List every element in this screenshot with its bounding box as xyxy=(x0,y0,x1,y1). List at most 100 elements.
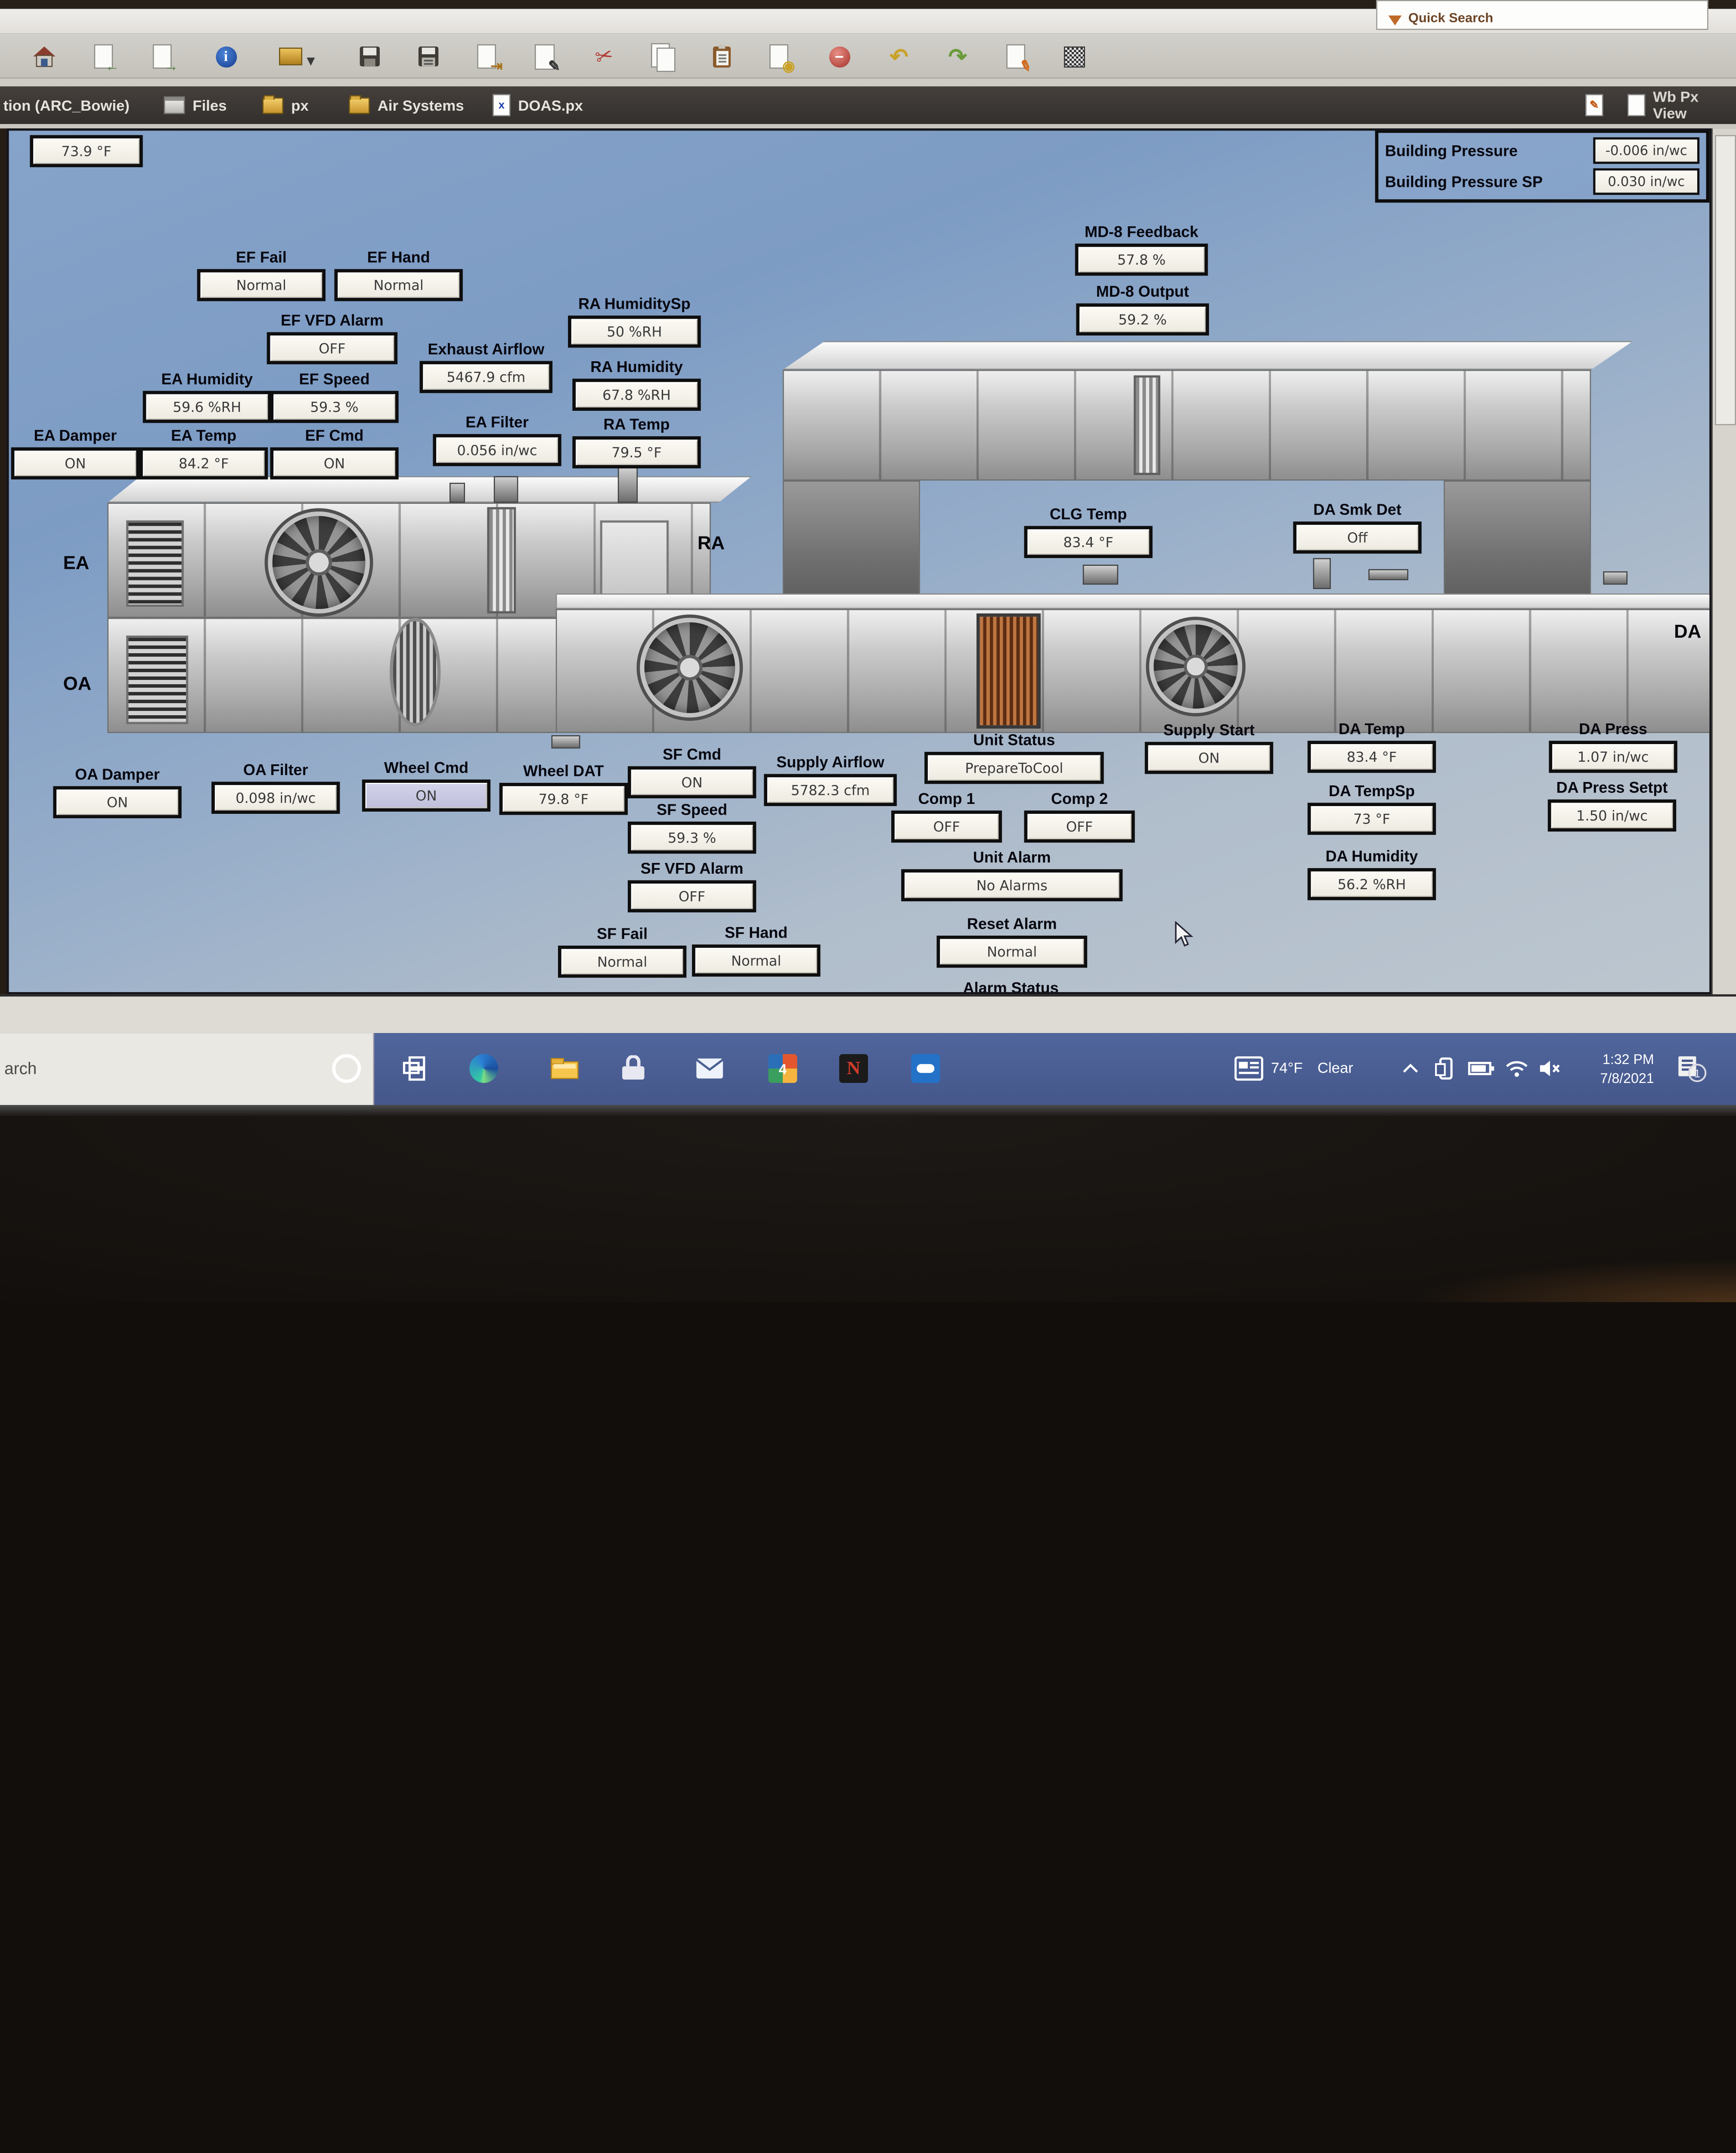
security-app-icon[interactable] xyxy=(614,1049,654,1089)
cut-icon[interactable]: ✂ xyxy=(591,43,618,70)
breadcrumb-px[interactable]: px xyxy=(262,87,308,124)
notifications-icon[interactable]: 1 xyxy=(1672,1049,1712,1089)
search-funnel-icon xyxy=(1389,16,1402,25)
ea-filter-section xyxy=(487,507,516,614)
clock-time: 1:32 PM xyxy=(1603,1052,1654,1067)
duplicate-icon[interactable]: ◉ xyxy=(766,43,793,70)
paste-icon[interactable] xyxy=(709,43,735,70)
info-icon[interactable]: i xyxy=(213,43,239,70)
breadcrumb-doas[interactable]: xDOAS.px xyxy=(493,87,583,124)
ra-duct-top-face xyxy=(783,341,1633,370)
breadcrumb-files[interactable]: Files xyxy=(164,87,227,124)
window-status-bar xyxy=(0,994,1736,1033)
point-sf-hand: SF HandNormal xyxy=(695,924,817,977)
ahu-top-face xyxy=(107,476,752,503)
battery-icon[interactable] xyxy=(1461,1049,1501,1089)
scrollbar-thumb[interactable] xyxy=(1715,135,1736,425)
cancel-icon[interactable]: − xyxy=(826,43,852,70)
edit-view-icon[interactable]: ✎ xyxy=(1585,87,1603,124)
n-app-icon[interactable]: N xyxy=(834,1049,874,1089)
edge-icon[interactable] xyxy=(464,1049,504,1089)
point-ef-cmd: EF CmdON xyxy=(273,426,395,479)
point-ef-fail: EF FailNormal xyxy=(200,248,322,301)
duct-sensor xyxy=(1368,569,1408,580)
duct-sensor xyxy=(618,467,638,503)
task-view-icon[interactable] xyxy=(395,1049,435,1089)
point-clg-temp: CLG Temp83.4 °F xyxy=(1027,505,1149,558)
point-oa-filter: OA Filter0.098 in/wc xyxy=(215,761,337,814)
weather-temp[interactable]: 74°F xyxy=(1271,1060,1303,1076)
quick-search-input[interactable]: Quick Search xyxy=(1376,0,1708,30)
duct-sensor xyxy=(1603,571,1628,585)
weather-condition[interactable]: Clear xyxy=(1318,1060,1353,1076)
desk-reflection xyxy=(1271,1258,1736,1302)
new-doc-icon[interactable]: ✎ xyxy=(531,43,558,70)
pathbar-divider xyxy=(0,124,1736,128)
duct-sensor xyxy=(450,483,465,503)
taskbar-search-input[interactable]: arch xyxy=(0,1033,374,1105)
point-sf-fail: SF FailNormal xyxy=(561,924,683,977)
point-comp1: Comp 1OFF xyxy=(895,789,999,842)
point-reset-alarm: Reset AlarmNormal xyxy=(940,915,1084,968)
breadcrumb: tion (ARC_Bowie) Files px Air Systems xD… xyxy=(0,87,1736,124)
point-da-temp-sp: DA TempSp73 °F xyxy=(1311,782,1433,835)
ea-louver xyxy=(126,521,184,607)
graphic-scrollbar[interactable] xyxy=(1711,128,1736,994)
cortana-icon[interactable] xyxy=(327,1049,367,1089)
breadcrumb-station[interactable]: tion (ARC_Bowie) xyxy=(3,87,130,124)
oat-point: 73.9 °F xyxy=(33,135,140,168)
mail-icon[interactable] xyxy=(690,1049,730,1089)
breadcrumb-label: DOAS.px xyxy=(518,97,583,114)
point-da-press: DA Press1.07 in/wc xyxy=(1552,720,1674,772)
news-widget-icon[interactable] xyxy=(1229,1049,1269,1089)
mouse-cursor xyxy=(1174,921,1194,948)
file-explorer-icon[interactable] xyxy=(545,1049,585,1089)
view-selector[interactable]: Wb Px View xyxy=(1628,87,1736,124)
supply-fan xyxy=(640,618,739,717)
save-all-icon[interactable] xyxy=(415,43,442,70)
photos-icon[interactable]: 4 xyxy=(763,1049,803,1089)
teamviewer-icon[interactable] xyxy=(905,1049,946,1089)
point-ra-humidity: RA Humidity67.8 %RH xyxy=(576,358,698,411)
view-selector-label: Wb Px View xyxy=(1653,89,1736,122)
breadcrumb-label: Air Systems xyxy=(378,97,464,114)
laptop-photo: Quick Search ← → i ▾ ⇥ ✎ ✂ ◉ − ↶ ↷ ✎ tio… xyxy=(0,0,1736,1302)
taskbar-clock[interactable]: 1:32 PM 7/8/2021 xyxy=(1559,1051,1654,1088)
windows-taskbar: arch 4 N 74°F Clear 1:32 PM 7/8/2021 1 xyxy=(0,1033,1736,1105)
import-icon[interactable]: ⇥ xyxy=(474,43,501,70)
back-icon[interactable]: ← xyxy=(91,43,118,70)
dx-coil xyxy=(976,614,1041,729)
oa-duct-label: OA xyxy=(63,673,92,695)
access-panel xyxy=(600,521,669,602)
point-ea-filter: EA Filter0.056 in/wc xyxy=(436,413,558,466)
home-icon[interactable] xyxy=(31,43,58,70)
doas-px-graphic: EA OA RA DA 73.9 °F Building Pressure -0… xyxy=(6,128,1711,994)
folder-icon xyxy=(349,97,370,114)
point-da-press-setpt: DA Press Setpt1.50 in/wc xyxy=(1551,779,1673,831)
screen-edge xyxy=(0,1105,1736,1116)
point-ra-temp: RA Temp79.5 °F xyxy=(576,415,698,468)
redo-icon[interactable]: ↷ xyxy=(944,43,971,70)
breadcrumb-air-systems[interactable]: Air Systems xyxy=(349,87,464,124)
files-icon xyxy=(164,96,185,114)
phone-link-icon[interactable] xyxy=(1426,1049,1466,1089)
ra-drop-duct xyxy=(783,481,920,609)
open-folder-icon[interactable]: ▾ xyxy=(277,43,304,70)
doc-pencil-icon: ✎ xyxy=(1585,94,1603,116)
copy-icon[interactable] xyxy=(650,43,676,70)
building-pressure-sp-label: Building Pressure SP xyxy=(1385,173,1543,190)
folder-icon xyxy=(262,97,283,114)
point-alarm-status: Alarm Status xyxy=(950,979,1072,994)
point-sf-speed: SF Speed59.3 % xyxy=(631,800,753,853)
point-unit-status: Unit StatusPrepareToCool xyxy=(928,731,1100,784)
point-da-smk-det: DA Smk DetOff xyxy=(1296,500,1418,553)
da-duct-label: DA xyxy=(1674,621,1701,643)
point-ea-temp: EA Temp84.2 °F xyxy=(143,426,265,479)
forward-icon[interactable]: → xyxy=(149,43,176,70)
edit-icon[interactable]: ✎ xyxy=(1003,43,1030,70)
save-icon[interactable] xyxy=(356,43,383,70)
undo-icon[interactable]: ↶ xyxy=(886,43,912,70)
chevron-up-icon[interactable] xyxy=(1391,1049,1431,1089)
point-sf-cmd: SF CmdON xyxy=(631,745,753,798)
dither-icon[interactable] xyxy=(1060,43,1087,70)
